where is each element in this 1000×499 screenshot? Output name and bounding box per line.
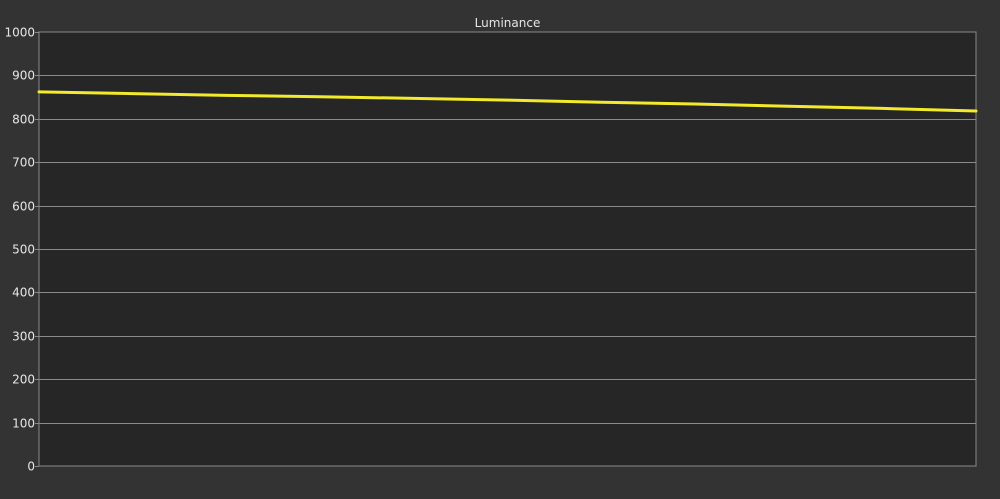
y-tick-label-400: 400 — [12, 286, 35, 300]
y-tick-label-0: 0 — [27, 460, 35, 474]
y-tick-label-800: 800 — [12, 113, 35, 127]
y-tick-label-300: 300 — [12, 330, 35, 344]
y-axis-ticks: 0 100 200 300 400 500 600 700 800 900 1000 — [4, 26, 39, 474]
chart-title: Luminance — [475, 16, 541, 30]
y-tick-label-1000: 1000 — [4, 26, 35, 40]
y-tick-label-200: 200 — [12, 373, 35, 387]
y-tick-label-700: 700 — [12, 156, 35, 170]
y-tick-label-900: 900 — [12, 69, 35, 83]
y-tick-label-500: 500 — [12, 243, 35, 257]
y-tick-label-100: 100 — [12, 417, 35, 431]
y-tick-label-600: 600 — [12, 200, 35, 214]
chart-canvas: 0 100 200 300 400 500 600 700 800 900 1000 Luminan… — [4, 16, 978, 474]
luminance-chart: 0 100 200 300 400 500 600 700 800 900 1000 Luminan… — [0, 0, 1000, 499]
